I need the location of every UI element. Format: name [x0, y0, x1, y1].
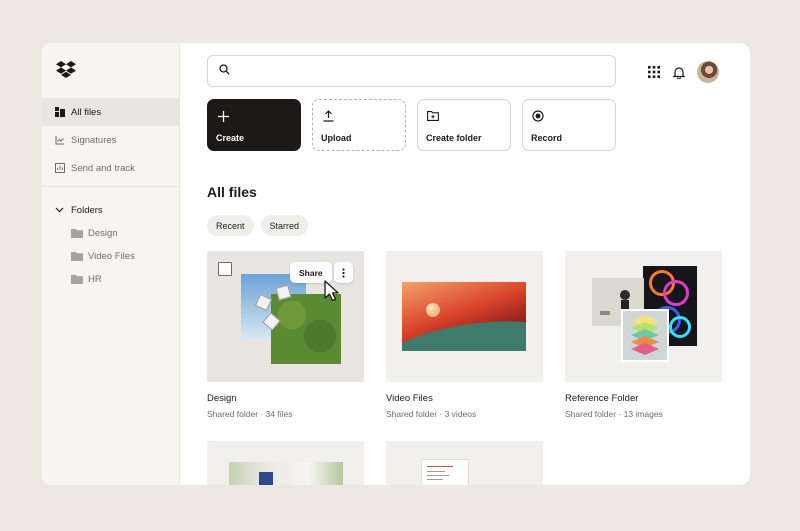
- folder-card[interactable]: [386, 441, 543, 485]
- thumbnail-image-document: [421, 459, 469, 485]
- send-track-icon: [55, 163, 65, 173]
- sidebar-item-label: Send and track: [71, 162, 135, 174]
- sidebar-item-send-and-track[interactable]: Send and track: [42, 154, 179, 182]
- folder-label: HR: [88, 273, 102, 285]
- dropbox-logo-icon[interactable]: [56, 61, 76, 83]
- thumbnail-image-layers: [621, 309, 669, 362]
- folder-card[interactable]: [207, 441, 364, 485]
- card-subtitle: Shared folder · 13 images: [565, 409, 663, 419]
- folder-card-reference-folder[interactable]: Reference Folder Shared folder · 13 imag…: [565, 251, 722, 419]
- create-folder-icon: [427, 110, 439, 122]
- card-title[interactable]: Design: [207, 393, 364, 404]
- search-icon: [219, 62, 230, 80]
- sidebar-folder-video-files[interactable]: Video Files: [42, 245, 179, 267]
- filter-starred[interactable]: Starred: [260, 215, 309, 236]
- sidebar-folder-hr[interactable]: HR: [42, 268, 179, 290]
- sidebar-nav: All files Signatures Send and track: [42, 98, 179, 182]
- create-button[interactable]: Create: [207, 99, 301, 151]
- sidebar-item-all-files[interactable]: All files: [42, 98, 179, 126]
- filter-chips: Recent Starred: [207, 215, 315, 236]
- record-icon: [532, 110, 544, 122]
- signature-icon: [55, 135, 65, 145]
- folder-thumbnail[interactable]: [565, 251, 722, 382]
- folder-label: Design: [88, 227, 118, 239]
- sidebar-item-label: All files: [71, 106, 102, 118]
- app-window: All files Signatures Send and track Fold…: [42, 43, 750, 485]
- select-checkbox[interactable]: [218, 262, 232, 276]
- card-subtitle: Shared folder · 3 videos: [386, 409, 477, 419]
- folders-label: Folders: [71, 204, 103, 216]
- folders-section: Folders Design Video Files HR: [42, 199, 179, 290]
- upload-button-label: Upload: [321, 133, 352, 143]
- folder-thumbnail[interactable]: [386, 251, 543, 382]
- plus-icon: [217, 110, 229, 122]
- folder-thumbnail[interactable]: Share: [207, 251, 364, 382]
- sidebar-item-signatures[interactable]: Signatures: [42, 126, 179, 154]
- thumbnail-image-building: [229, 462, 343, 485]
- main-content: Create Upload Create folder Record All f…: [180, 43, 750, 485]
- sidebar-folder-design[interactable]: Design: [42, 222, 179, 244]
- folder-icon: [71, 228, 83, 238]
- folder-label: Video Files: [88, 250, 135, 262]
- create-button-label: Create: [216, 133, 245, 143]
- create-folder-button[interactable]: Create folder: [417, 99, 511, 151]
- sidebar: All files Signatures Send and track Fold…: [42, 43, 180, 485]
- card-title[interactable]: Video Files: [386, 393, 543, 404]
- create-folder-button-label: Create folder: [426, 133, 482, 143]
- search-input[interactable]: [238, 65, 598, 77]
- quick-actions: Create Upload Create folder Record: [207, 99, 627, 151]
- mouse-cursor-icon: [324, 280, 339, 302]
- folder-card-video-files[interactable]: Video Files Shared folder · 3 videos: [386, 251, 543, 419]
- folder-thumbnail[interactable]: [207, 441, 364, 485]
- thumbnail-image-grass: [271, 294, 341, 364]
- top-right-icons: [646, 61, 719, 83]
- upload-icon: [322, 110, 334, 122]
- folders-toggle[interactable]: Folders: [42, 199, 179, 221]
- sidebar-divider: [42, 186, 179, 187]
- search-bar[interactable]: [207, 55, 616, 87]
- avatar[interactable]: [697, 61, 719, 83]
- upload-button[interactable]: Upload: [312, 99, 406, 151]
- wave-band: [402, 313, 526, 351]
- bell-icon[interactable]: [671, 64, 687, 80]
- apps-grid-icon[interactable]: [646, 64, 662, 80]
- thumbnail-image-wave: [402, 282, 526, 351]
- filter-recent[interactable]: Recent: [207, 215, 254, 236]
- page-title: All files: [207, 184, 257, 200]
- folder-card-design[interactable]: Share Design Shared folder · 34 files: [207, 251, 364, 419]
- all-files-icon: [55, 107, 65, 117]
- card-subtitle: Shared folder · 34 files: [207, 409, 293, 419]
- folder-thumbnail[interactable]: [386, 441, 543, 485]
- sphere-shape: [426, 303, 440, 317]
- record-button[interactable]: Record: [522, 99, 616, 151]
- card-title[interactable]: Reference Folder: [565, 393, 722, 404]
- window-shape: [259, 472, 273, 485]
- record-button-label: Record: [531, 133, 563, 143]
- folder-icon: [71, 251, 83, 261]
- more-vertical-icon: [342, 267, 345, 278]
- sidebar-item-label: Signatures: [71, 134, 117, 146]
- folder-icon: [71, 274, 83, 284]
- chevron-down-icon: [55, 207, 65, 213]
